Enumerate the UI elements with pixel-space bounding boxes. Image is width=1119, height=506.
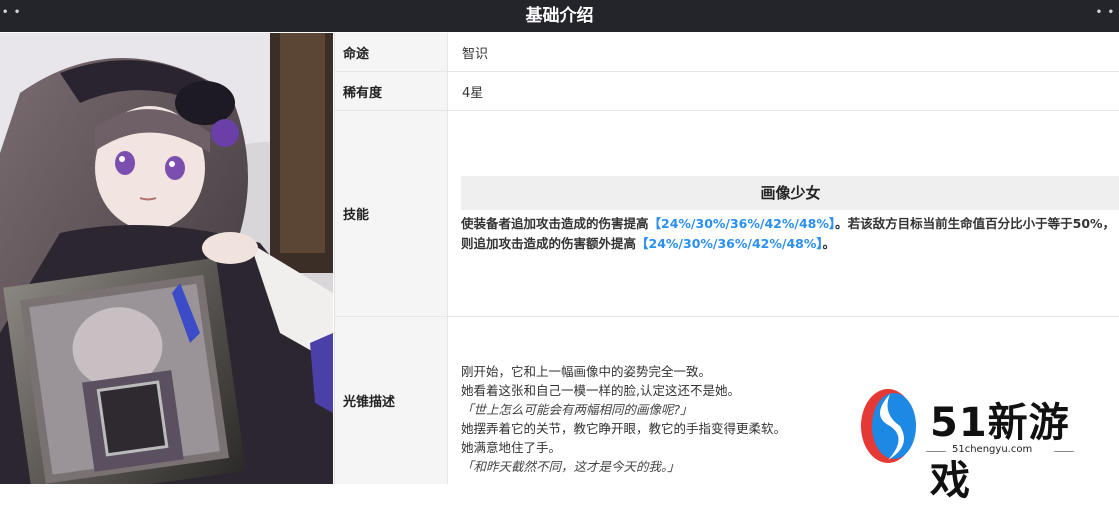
rarity-label: 稀有度 — [335, 72, 448, 110]
skill-desc-text: 使装备者追加攻击造成的伤害提高 — [461, 216, 649, 231]
header-dots-right: • • — [1095, 7, 1115, 18]
path-value: 智识 — [462, 46, 489, 62]
lore-label: 光锥描述 — [335, 317, 448, 484]
skill-name: 画像少女 — [461, 176, 1119, 210]
lore-quote: 「世上怎么可能会有两幅相同的画像呢?」 — [461, 402, 693, 417]
section-title: 基础介绍 — [525, 6, 594, 26]
light-cone-artwork — [0, 33, 333, 484]
row-path: 命途 智识 — [335, 33, 1119, 72]
watermark-logo-icon — [861, 389, 916, 463]
row-rarity: 稀有度 4星 — [335, 72, 1119, 111]
lore-line: 她摆弄着它的关节，教它睁开眼，教它的手指变得更柔软。 — [461, 421, 787, 436]
lore-quote: 「和昨天截然不同，这才是今天的我。」 — [461, 459, 680, 474]
skill-desc-text: 。 — [822, 236, 836, 251]
rarity-value: 4星 — [462, 85, 484, 101]
watermark-url: 51chengyu.com — [952, 444, 1033, 455]
lore-line: 刚开始，它和上一幅画像中的姿势完全一致。 — [461, 364, 712, 379]
watermark-divider — [1054, 451, 1074, 452]
skill-desc-highlight: 【24%/30%/36%/42%/48%】 — [648, 216, 836, 231]
site-watermark: 51新游戏 51chengyu.com — [860, 386, 1110, 504]
skill-box: 画像少女 使装备者追加攻击造成的伤害提高【24%/30%/36%/42%/48%… — [461, 176, 1119, 254]
artwork-illustration — [0, 33, 333, 484]
lore-line: 她满意地住了手。 — [461, 440, 562, 455]
header-dots-left: • • — [2, 7, 22, 18]
lore-line: 她看着这张和自己一模一样的脸,认定这还不是她。 — [461, 383, 740, 398]
path-label: 命途 — [335, 33, 448, 71]
skill-description: 使装备者追加攻击造成的伤害提高【24%/30%/36%/42%/48%】。若该敌… — [461, 210, 1119, 254]
watermark-divider — [926, 451, 946, 452]
skill-desc-highlight: 【24%/30%/36%/42%/48%】 — [636, 236, 823, 251]
skill-label: 技能 — [335, 111, 448, 316]
lore-text: 刚开始，它和上一幅画像中的姿势完全一致。 她看着这张和自己一模一样的脸,认定这还… — [461, 362, 786, 476]
section-header: • • 基础介绍 • • — [0, 0, 1119, 32]
